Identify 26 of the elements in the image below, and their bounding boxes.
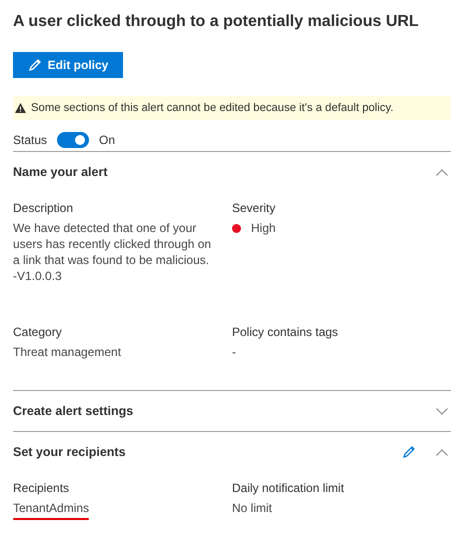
section-title: Set your recipients xyxy=(13,445,127,459)
status-toggle[interactable] xyxy=(57,132,90,148)
chevron-down-icon[interactable] xyxy=(436,408,448,414)
section-title: Create alert settings xyxy=(13,404,134,418)
field-value: Threat management xyxy=(13,344,122,360)
field-label: Policy contains tags xyxy=(232,324,340,341)
edit-policy-button[interactable]: Edit policy xyxy=(13,52,123,78)
pencil-icon xyxy=(28,58,42,72)
field-label: Category xyxy=(13,324,63,341)
field-value: TenantAdmins xyxy=(13,500,90,516)
field-value: High xyxy=(251,220,276,236)
chevron-up-icon[interactable] xyxy=(436,168,448,176)
warning-text: Some sections of this alert cannot be edited because it's a default policy. xyxy=(31,102,394,114)
field-value: No limit xyxy=(232,500,274,516)
field-value: - xyxy=(232,344,237,360)
field-label: Daily notification limit xyxy=(232,480,346,497)
field-label: Severity xyxy=(232,200,276,217)
field-label: Description xyxy=(13,200,74,217)
status-value: On xyxy=(99,133,116,147)
section-title: Name your alert xyxy=(13,165,108,179)
pencil-icon[interactable] xyxy=(402,445,416,459)
field-value: We have detected that one of your users has recently clicked through on a link that was found to be malicious. -V1.0.0.3 xyxy=(13,220,212,284)
chevron-up-icon[interactable] xyxy=(436,448,448,456)
page-title: A user clicked through to a potentially malicious URL xyxy=(13,12,420,32)
field-label: Recipients xyxy=(13,480,70,497)
status-label: Status xyxy=(13,133,48,147)
